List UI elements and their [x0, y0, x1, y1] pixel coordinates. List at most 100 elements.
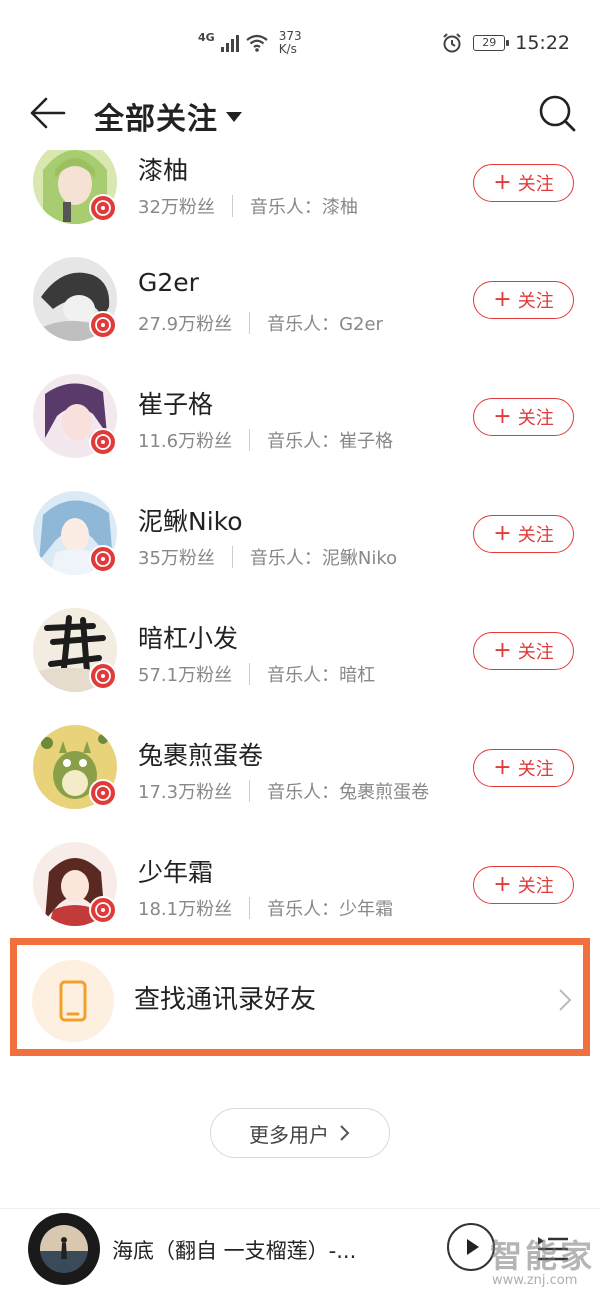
music-badge-icon: [89, 311, 117, 339]
user-meta: 35万粉丝 音乐人：泥鳅Niko: [138, 544, 397, 570]
fans-count: 27.9万粉丝: [138, 314, 233, 335]
divider: [249, 312, 251, 334]
music-badge-icon: [89, 896, 117, 924]
signal-icon: [220, 34, 239, 52]
divider: [249, 780, 251, 802]
artist-label: 音乐人：泥鳅Niko: [249, 548, 398, 569]
plus-icon: +: [493, 755, 512, 780]
music-badge-icon: [89, 545, 117, 573]
follow-button[interactable]: + 关注: [473, 632, 574, 670]
watermark: 智能家: [490, 1237, 596, 1275]
play-button[interactable]: [447, 1223, 495, 1271]
user-meta: 18.1万粉丝 音乐人：少年霜: [138, 895, 393, 921]
status-bar: 4G 373 K/s 29 15:22: [0, 0, 600, 70]
user-meta: 17.3万粉丝 音乐人：兔裹煎蛋卷: [138, 778, 429, 804]
follow-label: 关注: [517, 759, 554, 780]
phone-icon-circle: [32, 960, 114, 1042]
follow-button[interactable]: + 关注: [473, 281, 574, 319]
status-network-group: 4G 373 K/s: [198, 30, 302, 56]
search-icon: [539, 95, 576, 132]
plus-icon: +: [493, 872, 512, 897]
user-meta: 57.1万粉丝 音乐人：暗杠: [138, 661, 375, 687]
fans-count: 32万粉丝: [138, 197, 215, 218]
back-button[interactable]: [24, 90, 70, 136]
plus-icon: +: [493, 521, 512, 546]
divider: [249, 897, 251, 919]
following-list: 漆柚 32万粉丝 音乐人：漆柚 + 关注 G2er 27.9万粉丝 音乐人：G2…: [0, 150, 600, 930]
follow-button[interactable]: + 关注: [473, 398, 574, 436]
follow-button[interactable]: + 关注: [473, 749, 574, 787]
divider: [249, 663, 251, 685]
fans-count: 18.1万粉丝: [138, 899, 233, 920]
music-badge-icon: [89, 662, 117, 690]
fans-count: 57.1万粉丝: [138, 665, 233, 686]
plus-icon: +: [493, 287, 512, 312]
user-meta: 11.6万粉丝 音乐人：崔子格: [138, 427, 393, 453]
list-item[interactable]: 崔子格 11.6万粉丝 音乐人：崔子格 + 关注: [0, 357, 600, 474]
divider: [249, 429, 251, 451]
user-meta: 32万粉丝 音乐人：漆柚: [138, 193, 358, 219]
status-right-group: 29 15:22: [441, 32, 570, 54]
artist-label: 音乐人：暗杠: [267, 665, 376, 686]
chevron-right-icon: [340, 1125, 350, 1141]
play-icon: [467, 1239, 479, 1255]
net-speed-unit: K/s: [278, 42, 297, 56]
battery-icon: 29: [473, 35, 510, 51]
artist-label: 音乐人：G2er: [267, 314, 383, 335]
music-badge-icon: [89, 428, 117, 456]
user-name: 少年霜: [138, 858, 214, 887]
find-contacts-item[interactable]: 查找通讯录好友: [10, 938, 590, 1056]
follow-label: 关注: [517, 174, 554, 195]
plus-icon: +: [493, 638, 512, 663]
user-name: 暗杠小发: [138, 624, 239, 653]
caret-down-icon: [226, 112, 242, 122]
user-name: 泥鳅Niko: [138, 507, 243, 536]
plus-icon: +: [493, 404, 512, 429]
divider: [231, 195, 233, 217]
artist-label: 音乐人：兔裹煎蛋卷: [267, 782, 430, 803]
artist-label: 音乐人：少年霜: [267, 899, 394, 920]
music-badge-icon: [89, 779, 117, 807]
fans-count: 17.3万粉丝: [138, 782, 233, 803]
more-users-label: 更多用户: [249, 1122, 329, 1147]
back-arrow-icon: [30, 97, 66, 129]
user-name: G2er: [138, 268, 199, 297]
fans-count: 11.6万粉丝: [138, 431, 233, 452]
divider: [231, 546, 233, 568]
list-item[interactable]: G2er 27.9万粉丝 音乐人：G2er + 关注: [0, 240, 600, 357]
find-contacts-label: 查找通讯录好友: [134, 985, 317, 1015]
user-name: 漆柚: [138, 156, 189, 185]
follow-label: 关注: [517, 876, 554, 897]
watermark-url: www.znj.com: [492, 1273, 578, 1288]
phone-icon: [59, 980, 87, 1022]
mini-player[interactable]: 海底（翻自 一支榴莲）-... 智能家 www.znj.com: [0, 1208, 600, 1300]
follow-button[interactable]: + 关注: [473, 164, 574, 202]
follow-label: 关注: [517, 408, 554, 429]
follow-label: 关注: [517, 525, 554, 546]
follow-label: 关注: [517, 642, 554, 663]
network-type: 4G: [198, 30, 215, 44]
album-cover: [40, 1225, 88, 1273]
page-title: 全部关注: [94, 102, 218, 137]
list-item[interactable]: 泥鳅Niko 35万粉丝 音乐人：泥鳅Niko + 关注: [0, 474, 600, 591]
wifi-icon: [246, 34, 268, 52]
list-item[interactable]: 兔裹煎蛋卷 17.3万粉丝 音乐人：兔裹煎蛋卷 + 关注: [0, 708, 600, 825]
artist-label: 音乐人：漆柚: [249, 197, 358, 218]
follow-button[interactable]: + 关注: [473, 515, 574, 553]
list-item[interactable]: 漆柚 32万粉丝 音乐人：漆柚 + 关注: [0, 150, 600, 240]
follow-button[interactable]: + 关注: [473, 866, 574, 904]
song-title: 海底（翻自 一支榴莲）-...: [112, 1239, 357, 1263]
fans-count: 35万粉丝: [138, 548, 215, 569]
search-button[interactable]: [534, 90, 580, 136]
net-speed: 373 K/s: [279, 30, 302, 56]
user-meta: 27.9万粉丝 音乐人：G2er: [138, 310, 383, 336]
list-item[interactable]: 少年霜 18.1万粉丝 音乐人：少年霜 + 关注: [0, 825, 600, 930]
chevron-right-icon: [559, 989, 572, 1011]
user-name: 兔裹煎蛋卷: [138, 741, 264, 770]
title-dropdown[interactable]: 全部关注: [94, 94, 242, 138]
list-item[interactable]: 暗杠小发 57.1万粉丝 音乐人：暗杠 + 关注: [0, 591, 600, 708]
plus-icon: +: [493, 170, 512, 195]
music-badge-icon: [89, 194, 117, 222]
album-disc[interactable]: [28, 1213, 100, 1285]
more-users-button[interactable]: 更多用户: [210, 1108, 390, 1158]
